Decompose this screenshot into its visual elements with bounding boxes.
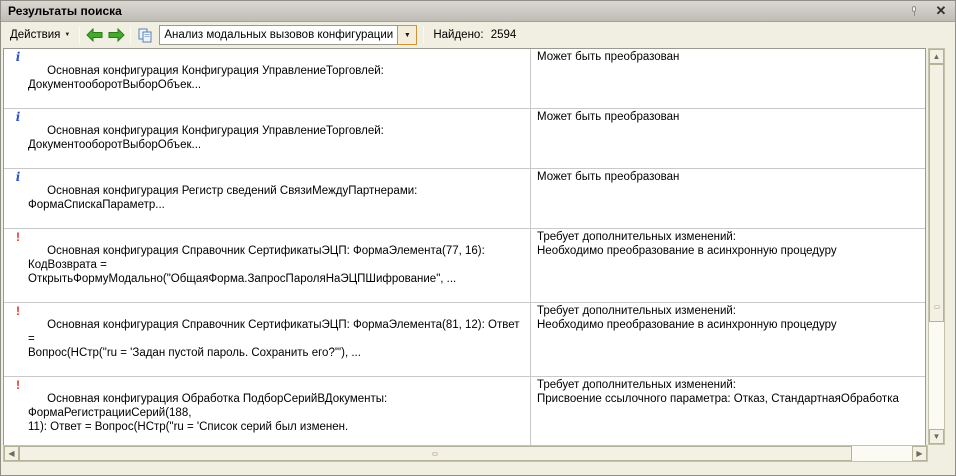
scrollbar-corner: [928, 445, 945, 462]
results-table-body: i Основная конфигурация Конфигурация Упра…: [4, 49, 925, 445]
result-location-text: Основная конфигурация Справочник Сертифи…: [28, 245, 488, 285]
triangle-left-icon: ◀: [8, 449, 14, 458]
toolbar-separator: [423, 26, 424, 44]
table-row[interactable]: ! Основная конфигурация Справочник Сертиф…: [4, 229, 925, 303]
vertical-scrollbar[interactable]: ▲ ▼: [928, 48, 945, 445]
found-status: Найдено: 2594: [433, 29, 516, 41]
title-bar: Результаты поиска ✕: [1, 1, 955, 22]
result-location-cell[interactable]: i Основная конфигурация Конфигурация Упра…: [4, 49, 531, 108]
pin-icon[interactable]: [909, 5, 919, 17]
chevron-down-icon: ▼: [64, 32, 70, 38]
error-icon: !: [12, 378, 24, 392]
result-location-text: Основная конфигурация Конфигурация Управ…: [28, 125, 387, 151]
chevron-down-icon: ▼: [404, 32, 411, 39]
result-location-text: Основная конфигурация Справочник Сертифи…: [28, 319, 523, 359]
found-count: 2594: [491, 29, 517, 41]
result-location-text: Основная конфигурация Конфигурация Управ…: [28, 65, 387, 91]
result-location-text: Основная конфигурация Регистр сведений С…: [28, 185, 421, 211]
toolbar: Действия ▼ Анализ модальных вызовов конф…: [1, 22, 955, 48]
horizontal-scrollbar-track[interactable]: [852, 446, 912, 461]
table-row[interactable]: i Основная конфигурация Конфигурация Упра…: [4, 49, 925, 109]
table-row[interactable]: ! Основная конфигурация Справочник Сертиф…: [4, 303, 925, 377]
horizontal-scrollbar-thumb[interactable]: [19, 446, 852, 461]
thumb-grip: [934, 305, 940, 309]
combobox-dropdown-button[interactable]: ▼: [397, 25, 417, 45]
window-title: Результаты поиска: [1, 4, 909, 18]
result-status-cell[interactable]: Требует дополнительных изменений: Необхо…: [531, 303, 925, 376]
scroll-down-button[interactable]: ▼: [929, 429, 944, 444]
error-icon: !: [12, 304, 24, 318]
vertical-scrollbar-thumb[interactable]: [929, 64, 944, 322]
table-row[interactable]: i Основная конфигурация Регистр сведений …: [4, 169, 925, 229]
horizontal-scrollbar[interactable]: ◀ ▶: [3, 445, 928, 462]
toolbar-separator: [79, 26, 80, 44]
info-icon: i: [12, 110, 24, 124]
previous-result-button[interactable]: [83, 25, 105, 45]
info-icon: i: [12, 50, 24, 64]
triangle-right-icon: ▶: [916, 449, 922, 458]
result-status-cell[interactable]: Может быть преобразован: [531, 49, 925, 108]
thumb-grip: [432, 452, 438, 456]
copy-icon: [138, 28, 152, 43]
arrow-right-icon: [108, 28, 125, 42]
info-icon: i: [12, 170, 24, 184]
next-result-button[interactable]: [105, 25, 127, 45]
scroll-right-button[interactable]: ▶: [912, 446, 927, 461]
result-location-cell[interactable]: ! Основная конфигурация Справочник Сертиф…: [4, 229, 531, 302]
result-location-text: Основная конфигурация Обработка ПодборСе…: [28, 393, 390, 433]
table-row[interactable]: ! Основная конфигурация Обработка ПодборС…: [4, 377, 925, 445]
actions-menu-label: Действия: [10, 29, 60, 41]
search-results-window: Результаты поиска ✕ Действия ▼: [0, 0, 956, 476]
triangle-down-icon: ▼: [933, 432, 941, 441]
arrow-left-icon: [86, 28, 103, 42]
close-icon[interactable]: ✕: [933, 3, 949, 19]
result-location-cell[interactable]: ! Основная конфигурация Обработка ПодборС…: [4, 377, 531, 445]
actions-menu-button[interactable]: Действия ▼: [4, 25, 76, 45]
triangle-up-icon: ▲: [933, 52, 941, 61]
result-status-cell[interactable]: Требует дополнительных изменений: Присво…: [531, 377, 925, 445]
table-row[interactable]: i Основная конфигурация Конфигурация Упра…: [4, 109, 925, 169]
search-query-value[interactable]: Анализ модальных вызовов конфигурации: [159, 25, 397, 45]
results-table: i Основная конфигурация Конфигурация Упра…: [3, 48, 926, 445]
result-location-cell[interactable]: i Основная конфигурация Регистр сведений …: [4, 169, 531, 228]
toolbar-separator: [130, 26, 131, 44]
result-location-cell[interactable]: i Основная конфигурация Конфигурация Упра…: [4, 109, 531, 168]
scroll-up-button[interactable]: ▲: [929, 49, 944, 64]
error-icon: !: [12, 230, 24, 244]
search-query-combobox[interactable]: Анализ модальных вызовов конфигурации ▼: [159, 25, 417, 45]
result-status-cell[interactable]: Может быть преобразован: [531, 169, 925, 228]
found-label: Найдено:: [433, 29, 483, 41]
result-status-cell[interactable]: Может быть преобразован: [531, 109, 925, 168]
result-status-cell[interactable]: Требует дополнительных изменений: Необхо…: [531, 229, 925, 302]
result-location-cell[interactable]: ! Основная конфигурация Справочник Сертиф…: [4, 303, 531, 376]
scroll-left-button[interactable]: ◀: [4, 446, 19, 461]
copy-button[interactable]: [134, 25, 156, 45]
